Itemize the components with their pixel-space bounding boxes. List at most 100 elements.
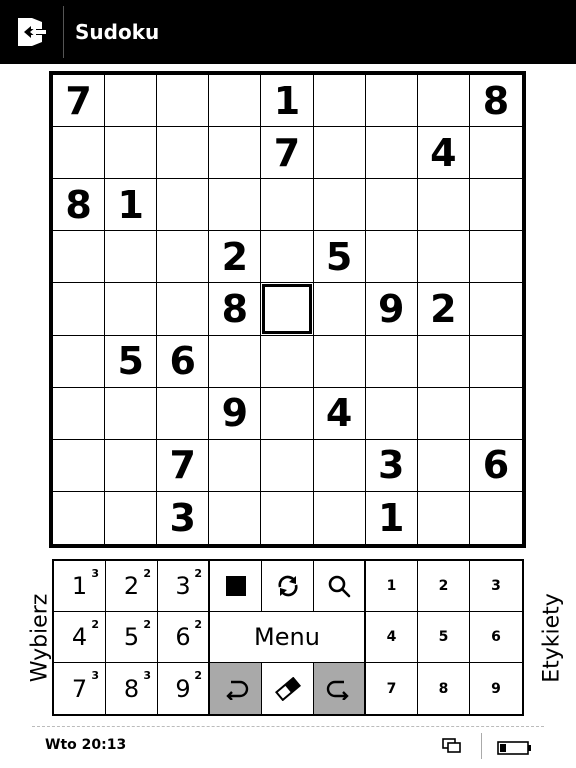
board-cell[interactable] <box>470 492 522 544</box>
board-cell[interactable] <box>105 387 158 440</box>
tag-key-3[interactable]: 3 <box>470 561 522 612</box>
board-cell[interactable] <box>261 439 314 492</box>
digit-key-6[interactable]: 62 <box>158 612 210 663</box>
board-cell[interactable] <box>53 283 106 336</box>
board-cell[interactable] <box>469 231 522 284</box>
board-cell[interactable] <box>313 335 366 388</box>
board-cell[interactable]: 9 <box>209 387 262 440</box>
digit-key-3[interactable]: 32 <box>158 561 210 612</box>
board-cell[interactable] <box>365 387 418 440</box>
board-cell[interactable] <box>469 336 522 388</box>
board-cell[interactable] <box>417 231 470 284</box>
digit-key-8[interactable]: 83 <box>106 663 158 714</box>
board-cell[interactable] <box>313 283 366 336</box>
refresh-button[interactable] <box>262 561 314 612</box>
board-cell[interactable] <box>469 388 522 440</box>
digit-key-2[interactable]: 22 <box>106 561 158 612</box>
board-cell[interactable] <box>157 387 210 440</box>
board-cell[interactable] <box>261 231 314 284</box>
board-cell[interactable]: 2 <box>417 283 470 336</box>
board-cell[interactable]: 3 <box>365 439 418 492</box>
tag-key-7[interactable]: 7 <box>366 663 418 714</box>
board-cell[interactable]: 7 <box>261 127 314 180</box>
board-cell[interactable] <box>261 335 314 388</box>
tag-key-1[interactable]: 1 <box>366 561 418 612</box>
board-cell[interactable]: 1 <box>366 491 418 544</box>
board-cell[interactable] <box>53 387 106 440</box>
board-cell[interactable] <box>313 179 366 232</box>
search-button[interactable] <box>314 561 366 612</box>
board-cell[interactable] <box>417 75 470 128</box>
tags-mode-label[interactable]: Etykiety <box>540 593 565 683</box>
board-cell[interactable] <box>469 283 522 336</box>
board-cell[interactable] <box>209 335 262 388</box>
board-cell[interactable] <box>53 335 106 388</box>
tag-key-5[interactable]: 5 <box>418 612 470 663</box>
board-cell[interactable] <box>313 127 366 180</box>
board-cell[interactable]: 7 <box>157 439 210 492</box>
board-cell[interactable] <box>417 179 470 232</box>
tag-key-9[interactable]: 9 <box>470 663 522 714</box>
redo-button[interactable] <box>314 663 366 714</box>
board-cell[interactable] <box>157 179 210 232</box>
board-cell[interactable]: 2 <box>209 231 262 284</box>
board-cell[interactable] <box>209 439 262 492</box>
board-cell[interactable]: 5 <box>105 335 158 388</box>
board-cell[interactable] <box>53 491 106 544</box>
board-cell[interactable]: 8 <box>209 283 262 336</box>
board-cell[interactable] <box>469 127 522 180</box>
board-cell[interactable]: 4 <box>417 127 470 180</box>
fill-button[interactable] <box>210 561 262 612</box>
board-cell[interactable]: 1 <box>105 179 158 232</box>
board-cell[interactable] <box>105 75 158 128</box>
board-cell[interactable] <box>157 231 210 284</box>
tag-key-4[interactable]: 4 <box>366 612 418 663</box>
board-cell[interactable] <box>105 439 158 492</box>
erase-button[interactable] <box>262 663 314 714</box>
board-cell[interactable] <box>417 439 470 492</box>
board-cell[interactable]: 8 <box>53 179 106 232</box>
board-cell[interactable] <box>418 491 470 544</box>
board-cell[interactable]: 5 <box>313 231 366 284</box>
digit-key-9[interactable]: 92 <box>158 663 210 714</box>
board-cell[interactable]: 6 <box>157 335 210 388</box>
board-cell[interactable] <box>53 439 106 492</box>
undo-button[interactable] <box>210 663 262 714</box>
board-cell[interactable] <box>365 335 418 388</box>
board-cell[interactable] <box>365 179 418 232</box>
menu-button[interactable]: Menu <box>210 612 366 663</box>
board-cell[interactable] <box>105 491 158 544</box>
board-cell[interactable] <box>209 491 262 544</box>
board-cell[interactable] <box>209 127 262 180</box>
board-cell[interactable] <box>261 283 314 336</box>
digit-key-7[interactable]: 73 <box>54 663 106 714</box>
board-cell[interactable] <box>209 75 262 128</box>
exit-button[interactable] <box>0 0 64 64</box>
board-cell[interactable] <box>157 283 210 336</box>
tag-key-8[interactable]: 8 <box>418 663 470 714</box>
board-cell[interactable]: 6 <box>469 440 522 492</box>
board-cell[interactable] <box>313 439 366 492</box>
board-cell[interactable] <box>261 491 314 544</box>
board-cell[interactable] <box>314 491 366 544</box>
tag-key-6[interactable]: 6 <box>470 612 522 663</box>
board-cell[interactable] <box>261 179 314 232</box>
board-cell[interactable] <box>417 335 470 388</box>
board-cell[interactable] <box>469 179 522 232</box>
board-cell[interactable] <box>53 127 106 180</box>
tag-key-2[interactable]: 2 <box>418 561 470 612</box>
task-switch-button[interactable] <box>442 738 462 758</box>
board-cell[interactable]: 7 <box>53 75 106 128</box>
board-cell[interactable] <box>365 75 418 128</box>
board-cell[interactable] <box>105 127 158 180</box>
board-cell[interactable] <box>209 179 262 232</box>
board-cell[interactable] <box>157 75 210 128</box>
digit-key-5[interactable]: 52 <box>106 612 158 663</box>
board-cell[interactable] <box>365 231 418 284</box>
board-cell[interactable] <box>261 387 314 440</box>
board-cell[interactable] <box>157 127 210 180</box>
board-cell[interactable] <box>105 283 158 336</box>
board-cell[interactable]: 4 <box>313 387 366 440</box>
board-cell[interactable] <box>313 75 366 128</box>
board-cell[interactable] <box>105 231 158 284</box>
